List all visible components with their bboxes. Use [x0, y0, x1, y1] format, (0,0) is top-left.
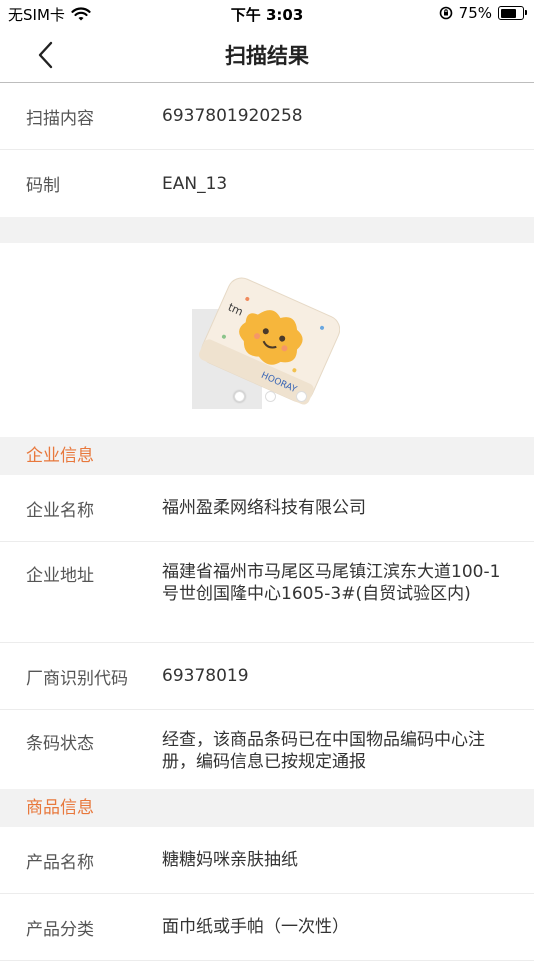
battery-fill	[500, 8, 517, 18]
scan-result-content: 扫描内容 6937801920258 码制 EAN_13 tm HOORAY 企…	[0, 83, 534, 961]
carousel-page-indicator[interactable]	[234, 391, 307, 402]
product-image-carousel[interactable]: tm HOORAY	[0, 243, 534, 437]
scan-content-value: 6937801920258	[162, 106, 303, 126]
company-name-value: 福州盈柔网络科技有限公司	[162, 498, 366, 518]
product-section-header: 商品信息	[0, 789, 534, 827]
product-name-value: 糖糖妈咪亲肤抽纸	[162, 850, 298, 870]
code-type-row: 码制 EAN_13	[0, 150, 534, 217]
battery-icon	[498, 6, 527, 20]
status-right: 75%	[439, 4, 527, 22]
company-section-header: 企业信息	[0, 437, 534, 475]
code-type-value: EAN_13	[162, 173, 228, 194]
carousel-dot[interactable]	[234, 391, 245, 402]
status-bar: 无SIM卡 下午 3:03 75%	[0, 0, 534, 28]
company-info-row: 条码状态 经查，该商品条码已在中国物品编码中心注册，编码信息已按规定通报	[0, 710, 534, 789]
carousel-dot[interactable]	[296, 391, 307, 402]
company-info-row: 企业名称 福州盈柔网络科技有限公司	[0, 475, 534, 542]
product-category-value: 面巾纸或手帕（一次性）	[162, 917, 349, 937]
product-category-label: 产品分类	[26, 919, 94, 940]
company-name-label: 企业名称	[26, 500, 94, 521]
company-address-value: 福建省福州市马尾区马尾镇江滨东大道100-1号世创国隆中心1605-3#(自贸试…	[162, 562, 501, 604]
company-info-row: 厂商识别代码 69378019	[0, 643, 534, 710]
barcode-status-value: 经查，该商品条码已在中国物品编码中心注册，编码信息已按规定通报	[162, 730, 485, 772]
manufacturer-code-value: 69378019	[162, 666, 249, 686]
carousel-dot[interactable]	[265, 391, 276, 402]
product-info-row: 产品名称 糖糖妈咪亲肤抽纸	[0, 827, 534, 894]
page-title: 扫描结果	[225, 44, 309, 68]
manufacturer-code-label: 厂商识别代码	[26, 668, 128, 689]
navigation-bar: 扫描结果	[0, 28, 534, 83]
product-name-label: 产品名称	[26, 852, 94, 873]
battery-percent: 75%	[458, 4, 492, 22]
product-image: tm HOORAY	[192, 277, 340, 409]
company-info-row: 企业地址 福建省福州市马尾区马尾镇江滨东大道100-1号世创国隆中心1605-3…	[0, 542, 534, 643]
scan-content-row: 扫描内容 6937801920258	[0, 83, 534, 150]
scan-content-label: 扫描内容	[26, 108, 94, 129]
company-address-label: 企业地址	[26, 566, 94, 586]
orientation-lock-icon	[439, 6, 452, 20]
code-type-label: 码制	[26, 176, 60, 196]
product-info-row: 产品分类 面巾纸或手帕（一次性）	[0, 894, 534, 961]
barcode-status-label: 条码状态	[26, 734, 94, 754]
section-gap	[0, 217, 534, 243]
